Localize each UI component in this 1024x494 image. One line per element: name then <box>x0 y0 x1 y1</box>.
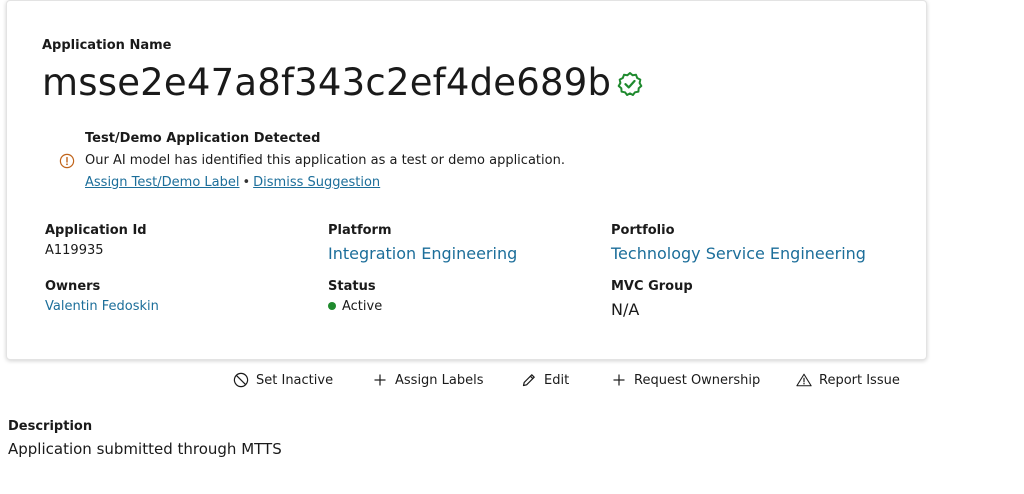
platform-link[interactable]: Integration Engineering <box>328 244 517 263</box>
notice-separator: • <box>242 175 251 190</box>
application-card: Application Name msse2e47a8f343c2ef4de68… <box>6 0 927 360</box>
edit-button[interactable]: Edit <box>521 369 569 391</box>
notice-links: Assign Test/Demo Label • Dismiss Suggestio… <box>85 175 380 190</box>
application-name-row: msse2e47a8f343c2ef4de689b <box>42 61 643 104</box>
report-issue-label: Report Issue <box>819 372 900 388</box>
notice-title: Test/Demo Application Detected <box>85 131 321 146</box>
application-name: msse2e47a8f343c2ef4de689b <box>42 61 612 104</box>
plus-icon <box>374 374 386 386</box>
portfolio-label: Portfolio <box>611 223 675 238</box>
status-active-dot <box>328 301 336 310</box>
notice-text: Our AI model has identified this applica… <box>85 153 565 168</box>
assign-labels-button[interactable]: Assign Labels <box>372 369 484 391</box>
platform-label: Platform <box>328 223 392 238</box>
status-text: Active <box>342 299 383 314</box>
status-label: Status <box>328 279 376 294</box>
edit-label: Edit <box>544 372 570 388</box>
application-id-value: A119935 <box>45 243 104 258</box>
status-value: Active <box>328 299 382 314</box>
assign-test-demo-label-link[interactable]: Assign Test/Demo Label <box>85 175 239 190</box>
action-bar: Set Inactive Assign Labels Edit Request … <box>0 369 1024 391</box>
dismiss-suggestion-link[interactable]: Dismiss Suggestion <box>253 175 380 190</box>
info-warning-icon <box>59 153 75 169</box>
plus-icon <box>613 374 625 386</box>
assign-labels-label: Assign Labels <box>395 372 484 388</box>
application-id-label: Application Id <box>45 223 147 238</box>
request-ownership-button[interactable]: Request Ownership <box>611 369 760 391</box>
description-text: Application submitted through MTTS <box>8 440 282 458</box>
request-ownership-label: Request Ownership <box>634 372 761 388</box>
verified-badge-icon <box>617 71 643 97</box>
report-issue-button[interactable]: Report Issue <box>796 369 900 391</box>
description-label: Description <box>8 419 93 434</box>
owners-label: Owners <box>45 279 101 294</box>
prohibit-icon <box>233 372 249 388</box>
set-inactive-button[interactable]: Set Inactive <box>233 369 333 391</box>
application-name-label: Application Name <box>42 38 172 53</box>
portfolio-link[interactable]: Technology Service Engineering <box>611 244 866 263</box>
warning-triangle-icon <box>796 373 812 387</box>
pencil-icon <box>522 374 535 387</box>
mvc-group-label: MVC Group <box>611 279 693 294</box>
set-inactive-label: Set Inactive <box>256 372 334 388</box>
owner-link[interactable]: Valentin Fedoskin <box>45 299 159 314</box>
mvc-group-value: N/A <box>611 300 640 319</box>
